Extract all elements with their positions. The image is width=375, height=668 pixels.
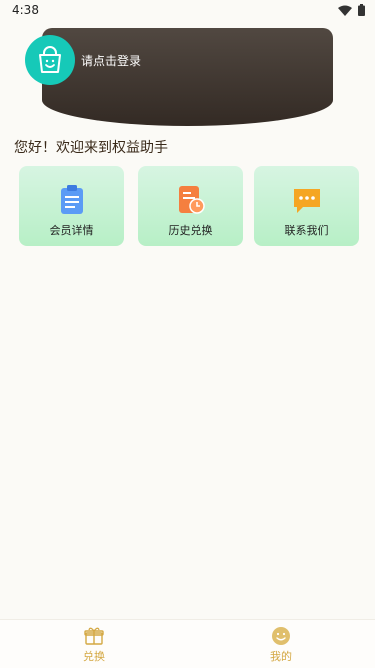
tab-label: 我的 bbox=[270, 650, 292, 663]
welcome-text: 您好！欢迎来到权益助手 bbox=[14, 140, 168, 156]
card-label: 历史兑换 bbox=[168, 224, 213, 237]
history-exchange-card[interactable]: 历史兑换 bbox=[138, 166, 243, 246]
bottom-tab-bar: 兑换 我的 bbox=[0, 619, 375, 668]
history-document-icon bbox=[178, 186, 205, 214]
battery-icon bbox=[358, 4, 365, 16]
card-label: 会员详情 bbox=[49, 224, 94, 237]
card-label: 联系我们 bbox=[284, 224, 329, 237]
wifi-icon bbox=[338, 5, 352, 16]
profile-header bbox=[42, 28, 333, 126]
avatar[interactable] bbox=[25, 35, 75, 85]
tab-label: 兑换 bbox=[83, 650, 105, 663]
status-bar: 4:38 bbox=[0, 0, 375, 22]
login-prompt[interactable]: 请点击登录 bbox=[81, 52, 141, 69]
chat-bubble-icon bbox=[293, 189, 320, 213]
gift-icon bbox=[84, 627, 104, 645]
smile-icon bbox=[272, 627, 290, 645]
status-icons bbox=[338, 4, 365, 16]
member-details-card[interactable]: 会员详情 bbox=[19, 166, 124, 246]
shopping-bag-icon bbox=[39, 46, 61, 73]
tab-mine[interactable]: 我的 bbox=[251, 626, 311, 664]
contact-us-card[interactable]: 联系我们 bbox=[254, 166, 359, 246]
status-time: 4:38 bbox=[12, 3, 39, 17]
clipboard-icon bbox=[60, 185, 83, 214]
tab-exchange[interactable]: 兑换 bbox=[64, 626, 124, 664]
